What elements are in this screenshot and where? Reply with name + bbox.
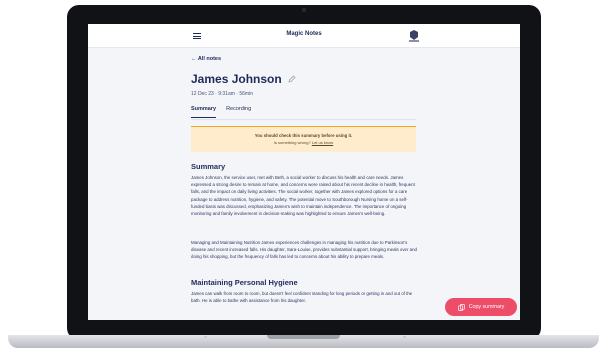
hinge-left xyxy=(204,336,207,338)
tabs-divider xyxy=(191,119,416,120)
app-header: Magic Notes xyxy=(88,24,520,48)
note-meta: 12 Dec 23 · 9:31am · 56min xyxy=(191,91,253,97)
org-logo xyxy=(409,30,419,42)
camera xyxy=(302,8,306,12)
person-name: James Johnson xyxy=(191,72,282,86)
review-warning-banner: You should check this summary before usi… xyxy=(191,126,416,152)
copy-summary-label: Copy summary xyxy=(468,304,505,310)
summary-heading: Summary xyxy=(191,162,226,171)
tab-bar: Summary Recording xyxy=(191,106,261,118)
tab-summary[interactable]: Summary xyxy=(191,106,217,118)
warning-question: Is something wrong? xyxy=(273,140,311,145)
warning-subtext: Is something wrong? Let us know xyxy=(191,140,416,145)
back-to-all-notes-link[interactable]: ← All notes xyxy=(191,56,221,62)
app-title: Magic Notes xyxy=(286,31,322,37)
copy-summary-button[interactable]: Copy summary xyxy=(445,298,517,316)
copy-icon xyxy=(457,303,465,311)
pencil-icon[interactable] xyxy=(288,75,296,83)
warning-title: You should check this summary before usi… xyxy=(254,133,353,138)
let-us-know-link[interactable]: Let us know xyxy=(312,140,333,145)
laptop-base xyxy=(8,335,599,348)
tab-recording[interactable]: Recording xyxy=(226,106,251,118)
note-title-row: James Johnson xyxy=(191,72,296,86)
hinge-right xyxy=(403,336,406,338)
summary-paragraph: James Johnson, the service user, met wit… xyxy=(191,175,415,217)
hygiene-paragraph: James can walk from room to room, but do… xyxy=(191,291,413,304)
base-notch xyxy=(267,335,340,339)
laptop-frame: Magic Notes ← All notes James Johnson 12… xyxy=(67,5,541,340)
hygiene-heading: Maintaining Personal Hygiene xyxy=(191,278,298,287)
app-screen: Magic Notes ← All notes James Johnson 12… xyxy=(88,24,520,320)
nutrition-paragraph: Managing and Maintaining Nutrition James… xyxy=(191,240,418,260)
